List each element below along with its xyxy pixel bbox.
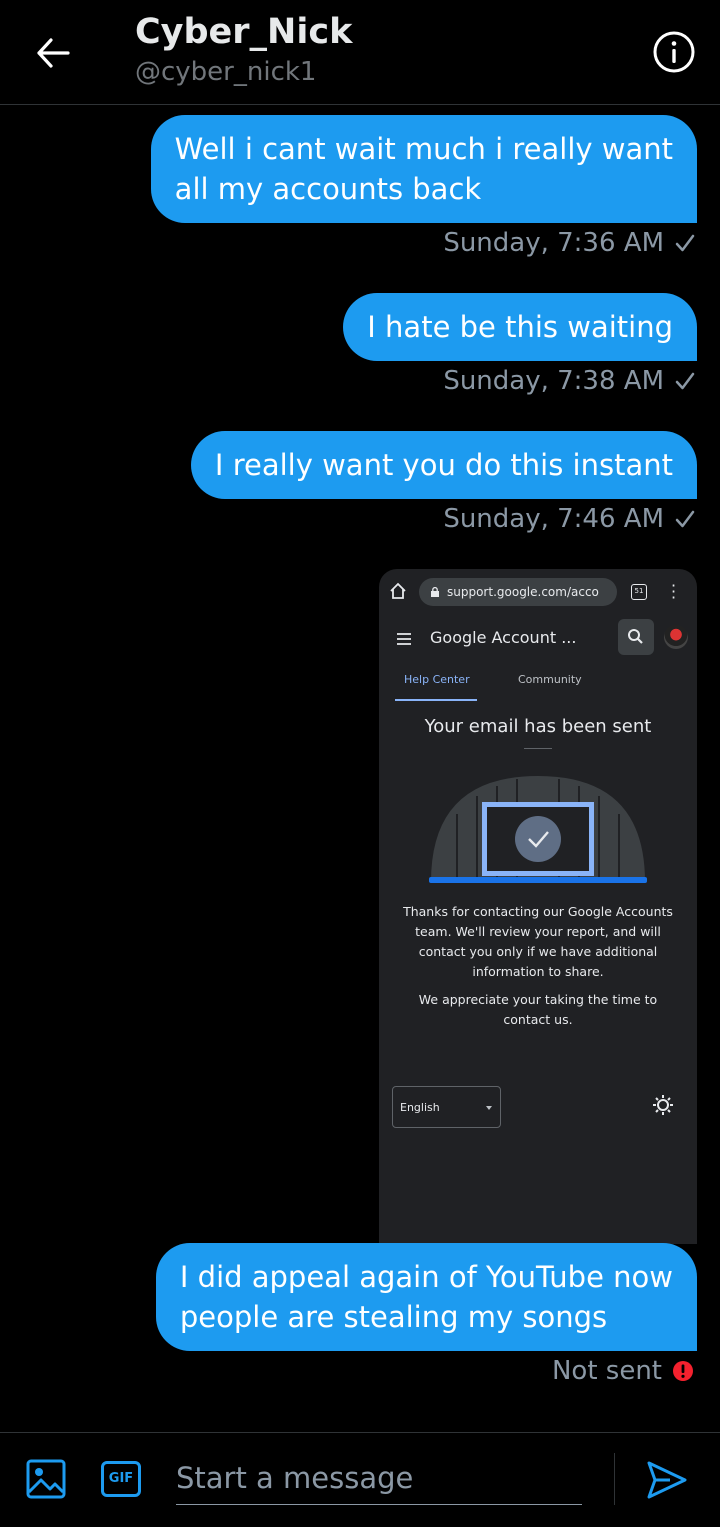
info-icon[interactable] [652,30,696,74]
message-text-line: people are stealing my songs [179,1300,608,1334]
error-icon[interactable] [672,1360,694,1382]
confirmation-paragraph: Thanks for contacting our Google Account… [403,904,673,979]
attached-screenshot-image[interactable]: support.google.com/acco 51 · · · Google Ac… [379,569,697,1244]
message-meta: Sunday, 7:46 AM [443,504,696,534]
message-timestamp: Sunday, 7:46 AM [443,504,664,534]
lock-icon [431,587,439,597]
message-meta: Sunday, 7:36 AM [443,228,696,258]
message-meta: Sunday, 7:38 AM [443,366,696,396]
compose-divider [614,1453,615,1505]
sent-message-bubble[interactable]: I did appeal again of YouTube now people… [155,1243,697,1351]
sent-message-bubble[interactable]: Well i cant wait much i really want all … [150,115,697,223]
language-value: English [400,1101,440,1114]
message-text-line: I did appeal again of YouTube now [179,1260,673,1294]
menu-icon [397,633,411,645]
contact-name[interactable]: Cyber_Nick [135,12,352,52]
sent-message-bubble[interactable]: I really want you do this instant [190,431,697,499]
url-text: support.google.com/acco [447,585,599,599]
browser-url-bar: support.google.com/acco 51 · · · [379,569,697,615]
tab-community: Community [518,673,582,686]
language-select: English [392,1086,501,1128]
heading-divider [524,748,552,749]
google-page-title: Google Account ... [430,628,577,647]
checkmark-icon [675,372,695,390]
contact-handle[interactable]: @cyber_nick1 [135,57,316,87]
google-app-bar: Google Account ... [379,619,697,659]
message-timestamp: Sunday, 7:36 AM [443,228,664,258]
sent-message-bubble[interactable]: I hate be this waiting [343,293,697,361]
more-vert-icon: · · · [671,576,677,607]
active-tab-indicator [395,699,477,701]
message-text: I really want you do this instant [214,448,673,482]
message-text: I hate be this waiting [367,310,673,344]
checkmark-icon [675,234,695,252]
tabs-count-icon: 51 [631,584,647,600]
message-timestamp: Sunday, 7:38 AM [443,366,664,396]
laptop-check-illustration [429,776,647,883]
compose-bar: GIF [0,1432,720,1527]
image-icon[interactable] [26,1459,66,1499]
tab-help-center: Help Center [404,673,470,686]
checkmark-icon [675,510,695,528]
message-input[interactable] [176,1451,582,1505]
brightness-icon [653,1095,673,1115]
message-meta: Not sent [552,1356,694,1386]
caret-down-icon [486,1106,492,1110]
search-icon [618,619,654,655]
appreciation-paragraph: We appreciate your taking the time to co… [418,992,658,1027]
send-icon[interactable] [646,1459,688,1501]
message-text-line: all my accounts back [174,172,482,206]
confirmation-heading: Your email has been sent [424,716,652,737]
conversation-header: Cyber_Nick @cyber_nick1 [0,0,720,105]
message-text-line: Well i cant wait much i really want [174,132,673,166]
avatar [664,625,688,649]
back-arrow-icon[interactable] [30,30,76,76]
home-icon [390,582,406,599]
message-status[interactable]: Not sent [552,1356,662,1386]
url-field: support.google.com/acco [419,578,617,606]
gif-button[interactable]: GIF [101,1461,141,1497]
